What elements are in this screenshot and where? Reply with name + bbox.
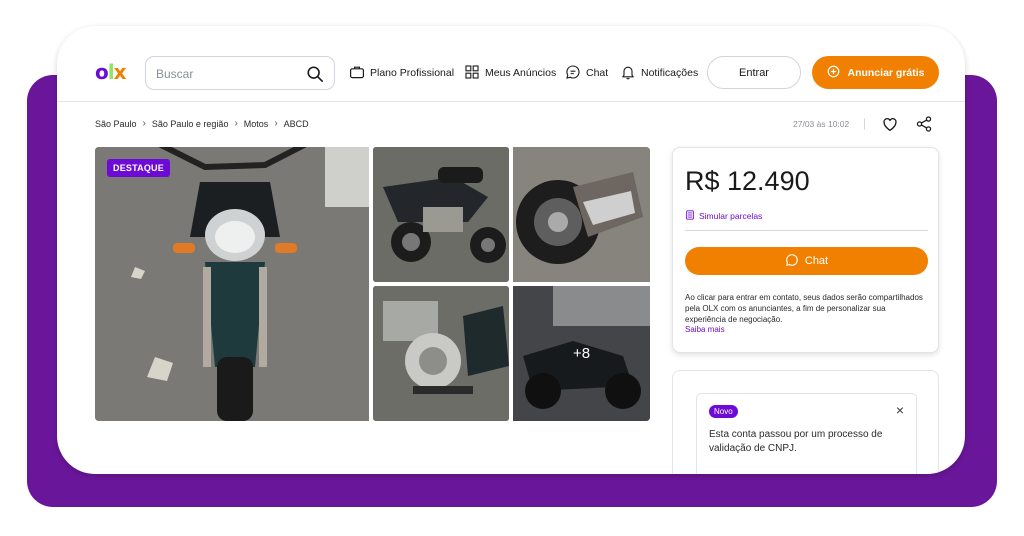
divider <box>685 230 928 231</box>
breadcrumb: São Paulo › São Paulo e região › Motos ›… <box>95 118 309 129</box>
saiba-mais-link[interactable]: Saiba mais <box>685 325 725 334</box>
nav-plano-label: Plano Profissional <box>370 67 455 79</box>
nav-notificacoes-label: Notificações <box>641 67 699 79</box>
chat-button[interactable]: Chat <box>685 247 928 275</box>
gallery-thumbnail[interactable] <box>373 147 509 282</box>
breadcrumb-item[interactable]: São Paulo <box>95 119 137 129</box>
breadcrumb-item[interactable]: São Paulo e região <box>152 119 229 129</box>
simular-parcelas-link[interactable]: Simular parcelas <box>685 210 762 222</box>
chevron-right-icon: › <box>274 118 278 129</box>
share-icon[interactable] <box>914 114 934 134</box>
contact-disclaimer: Ao clicar para entrar em contato, seus d… <box>685 293 923 324</box>
price-card: R$ 12.490 Simular parcelas Chat Ao clica… <box>672 147 939 353</box>
bell-icon <box>620 64 636 83</box>
logo-x: x <box>113 60 127 84</box>
nav-plano-profissional[interactable]: Plano Profissional <box>349 64 454 82</box>
notice-text: Esta conta passou por um processo de val… <box>709 429 883 454</box>
logo-o: o <box>95 60 109 84</box>
divider <box>864 118 865 130</box>
breadcrumb-item[interactable]: Motos <box>244 119 269 129</box>
grid-icon <box>464 64 480 83</box>
stage: olx Plano Profissional Meus Anúncios Cha… <box>0 0 1024 536</box>
entrar-button[interactable]: Entrar <box>707 56 801 89</box>
breadcrumb-item[interactable]: ABCD <box>284 119 309 129</box>
chevron-right-icon: › <box>234 118 238 129</box>
chat-icon <box>785 253 799 270</box>
nav-chat[interactable]: Chat <box>565 64 608 82</box>
briefcase-icon <box>349 64 365 83</box>
gallery-thumbnail[interactable] <box>373 286 509 421</box>
simular-label: Simular parcelas <box>699 211 763 221</box>
search-icon[interactable] <box>306 65 324 83</box>
search-input[interactable] <box>156 65 296 83</box>
gallery-thumbnail[interactable] <box>513 147 650 282</box>
cnpj-notice: Novo × Esta conta passou por um processo… <box>696 393 917 474</box>
heart-icon[interactable] <box>880 114 900 134</box>
gallery-thumbnail[interactable]: +8 <box>513 286 650 421</box>
main-photo[interactable]: DESTAQUE <box>95 147 369 421</box>
anunciar-gratis-button[interactable]: Anunciar grátis <box>812 56 939 89</box>
nav-meus-anuncios[interactable]: Meus Anúncios <box>464 64 556 82</box>
photo-gallery: DESTAQUE +8 <box>95 147 650 421</box>
calculator-icon <box>685 210 695 222</box>
listing-date: 27/03 às 10:02 <box>793 119 850 129</box>
novo-badge: Novo <box>709 405 738 418</box>
chat-button-label: Chat <box>804 255 829 267</box>
nav-chat-label: Chat <box>586 67 609 79</box>
seller-info-card: Novo × Esta conta passou por um processo… <box>672 370 939 474</box>
chat-icon <box>565 64 581 83</box>
add-post-icon <box>826 64 841 82</box>
listing-price: R$ 12.490 <box>685 166 810 196</box>
search-box <box>145 56 335 90</box>
nav-anuncios-label: Meus Anúncios <box>485 67 557 79</box>
chevron-right-icon: › <box>142 118 146 129</box>
close-icon[interactable]: × <box>896 403 904 417</box>
destaque-badge: DESTAQUE <box>107 159 170 177</box>
browser-frame: olx Plano Profissional Meus Anúncios Cha… <box>57 26 965 474</box>
nav-notificacoes[interactable]: Notificações <box>620 64 698 82</box>
more-photos-count[interactable]: +8 <box>513 286 650 421</box>
anunciar-label: Anunciar grátis <box>847 66 925 79</box>
olx-logo[interactable]: olx <box>95 60 127 84</box>
header: olx Plano Profissional Meus Anúncios Cha… <box>57 26 965 102</box>
